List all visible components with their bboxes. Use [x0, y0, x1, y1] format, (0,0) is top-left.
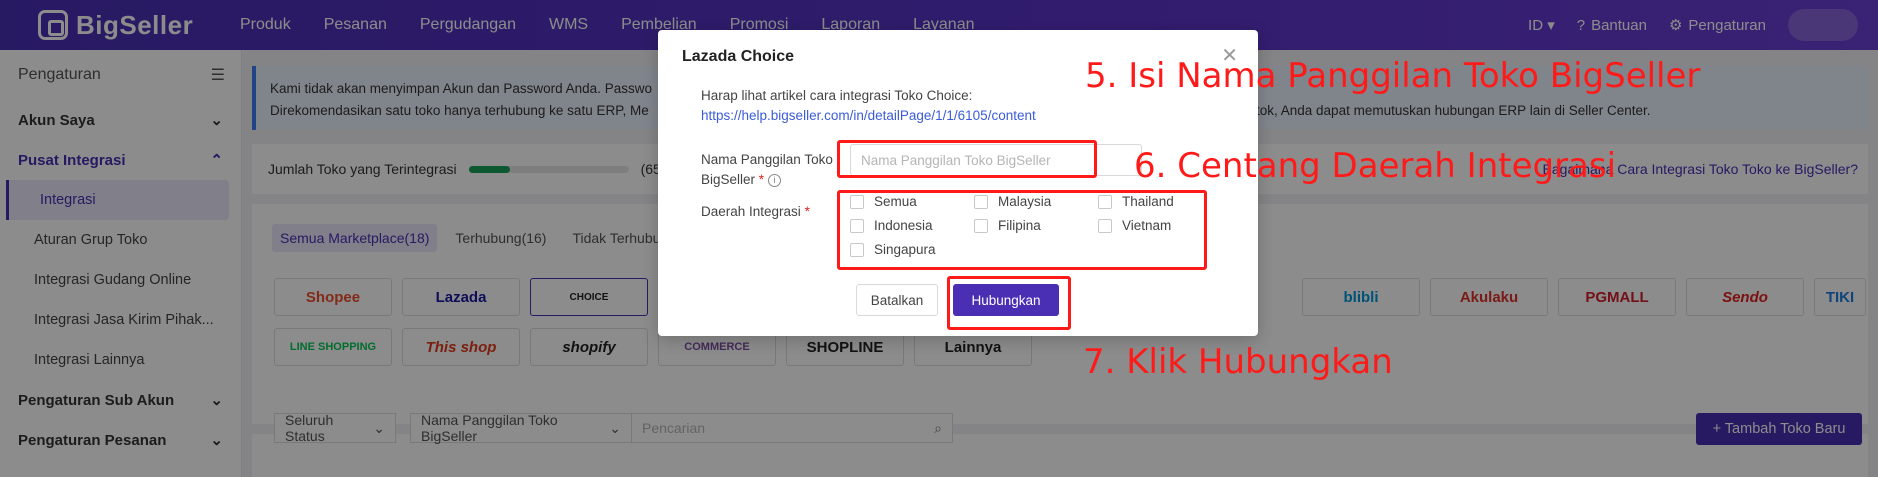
- region-label-text: Daerah Integrasi: [701, 204, 801, 219]
- store-name-label: Nama Panggilan Toko BigSeller * i: [701, 150, 833, 190]
- annotation-box-store-name: [837, 140, 1097, 178]
- help-article-link[interactable]: https://help.bigseller.com/in/detailPage…: [701, 108, 1036, 123]
- annotation-box-regions: [837, 190, 1207, 270]
- annotation-step-5: 5. Isi Nama Panggilan Toko BigSeller: [1085, 56, 1701, 96]
- annotation-step-7: 7. Klik Hubungkan: [1083, 342, 1393, 382]
- modal-title: Lazada Choice: [682, 48, 795, 65]
- modal-info: Harap lihat artikel cara integrasi Toko …: [701, 86, 1036, 126]
- cancel-button[interactable]: Batalkan: [856, 284, 938, 316]
- region-label: Daerah Integrasi *: [701, 202, 810, 222]
- annotation-step-6: 6. Centang Daerah Integrasi: [1134, 146, 1617, 186]
- info-icon[interactable]: i: [767, 173, 781, 187]
- required-mark: *: [804, 204, 810, 219]
- store-name-label-line-1: Nama Panggilan Toko: [701, 152, 833, 167]
- info-text: Harap lihat artikel cara integrasi Toko …: [701, 88, 973, 103]
- store-name-label-line-2: BigSeller: [701, 172, 756, 187]
- required-mark: *: [758, 172, 765, 187]
- annotation-box-connect: [947, 276, 1071, 330]
